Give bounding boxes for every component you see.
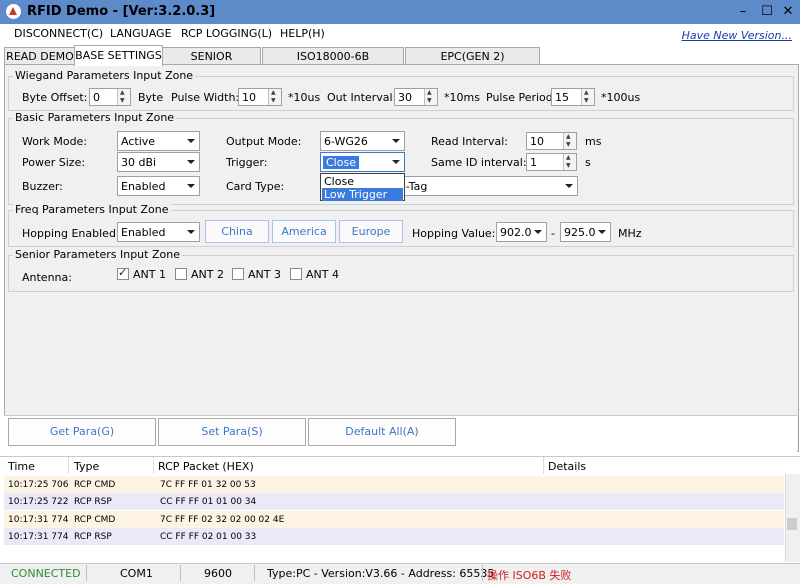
pulse-period-spin[interactable]: 15 ▲ ▼ [551, 88, 595, 106]
ant4-checkbox[interactable] [290, 268, 302, 280]
col-details[interactable]: Details [548, 460, 586, 473]
col-type[interactable]: Type [74, 460, 99, 473]
output-mode-label: Output Mode: [226, 135, 302, 148]
pulse-width-label: Pulse Width: [171, 91, 240, 104]
byte-offset-spin[interactable]: 0 ▲ ▼ [89, 88, 131, 106]
read-interval-spin[interactable]: 10 ▲ ▼ [526, 132, 577, 150]
ant4-label: ANT 4 [306, 268, 339, 281]
pulse-width-unit: *10us [288, 91, 321, 104]
hop-unit: MHz [618, 227, 642, 240]
senior-group-title: Senior Parameters Input Zone [13, 248, 182, 261]
ant1-checkbox[interactable]: ✓ [117, 266, 129, 280]
check-icon: ✓ [118, 266, 128, 279]
trigger-select[interactable]: Close [320, 152, 405, 172]
app-logo-icon [6, 4, 21, 19]
close-button[interactable]: ✕ [780, 4, 796, 20]
col-packet[interactable]: RCP Packet (HEX) [158, 460, 254, 473]
col-separator [543, 457, 544, 474]
same-id-unit: s [585, 156, 591, 169]
log-row[interactable]: 10:17:31 774 RCP RSP CC FF FF 02 01 00 3… [4, 528, 784, 545]
basic-group-title: Basic Parameters Input Zone [13, 111, 177, 124]
log-row[interactable]: 10:17:31 774 RCP CMD 7C FF FF 02 32 02 0… [4, 511, 784, 528]
status-separator [482, 565, 483, 581]
europe-button[interactable]: Europe [339, 220, 403, 243]
same-id-spin[interactable]: 1 ▲ ▼ [526, 153, 577, 171]
ant3-checkbox[interactable] [232, 268, 244, 280]
america-button[interactable]: America [272, 220, 336, 243]
tab-base-settings[interactable]: BASE SETTINGS [74, 45, 163, 66]
menu-language[interactable]: LANGUAGE [110, 27, 172, 40]
power-size-select[interactable]: 30 dBi [117, 152, 200, 172]
byte-offset-label: Byte Offset: [22, 91, 88, 104]
byte-unit: Byte [138, 91, 164, 104]
buzzer-label: Buzzer: [22, 180, 63, 193]
menu-rcp-logging[interactable]: RCP LOGGING(L) [181, 27, 272, 40]
same-id-label: Same ID interval: [431, 156, 527, 169]
hopping-value-label: Hopping Value: [412, 227, 496, 240]
status-connection: CONNECTED [11, 567, 81, 580]
hopping-enabled-label: Hopping Enabled: [22, 227, 120, 240]
hop-to-select[interactable]: 925.0 [560, 222, 611, 242]
col-time[interactable]: Time [8, 460, 35, 473]
trigger-dropdown-list: Close Low Trigger [320, 173, 405, 201]
work-mode-select[interactable]: Active [117, 131, 200, 151]
buzzer-select[interactable]: Enabled [117, 176, 200, 196]
card-type-label: Card Type: [226, 180, 285, 193]
ant2-label: ANT 2 [191, 268, 224, 281]
tab-senior-settings[interactable]: SENIOR SETTINGS [162, 47, 261, 80]
tab-read-demo[interactable]: READ DEMO [4, 47, 76, 65]
status-separator [86, 565, 87, 581]
ant1-label: ANT 1 [133, 268, 166, 281]
trigger-option-low-trigger[interactable]: Low Trigger [322, 188, 403, 201]
power-size-label: Power Size: [22, 156, 86, 169]
log-row[interactable]: 10:17:25 706 RCP CMD 7C FF FF 01 32 00 5… [4, 476, 784, 493]
tab-iso18000[interactable]: ISO18000-6B READ&WRITE [262, 47, 404, 80]
work-mode-label: Work Mode: [22, 135, 88, 148]
freq-group-title: Freq Parameters Input Zone [13, 203, 171, 216]
maximize-button[interactable]: ☐ [759, 4, 775, 20]
tab-epc-gen2[interactable]: EPC(GEN 2) READ&WRITE [405, 47, 540, 80]
hop-from-select[interactable]: 902.0 [496, 222, 547, 242]
out-interval-spin[interactable]: 30 ▲ ▼ [394, 88, 438, 106]
pulse-width-spin[interactable]: 10 ▲ ▼ [238, 88, 282, 106]
set-para-button[interactable]: Set Para(S) [158, 418, 306, 446]
wiegand-group-title: Wiegand Parameters Input Zone [13, 69, 196, 82]
status-info: Type:PC - Version:V3.66 - Address: 65535 [267, 567, 495, 580]
status-message: 操作 ISO6B 失败 [487, 569, 572, 582]
col-separator [68, 457, 69, 474]
menu-disconnect[interactable]: DISCONNECT(C) [14, 27, 103, 40]
read-interval-label: Read Interval: [431, 135, 508, 148]
pulse-period-unit: *100us [601, 91, 641, 104]
status-baud: 9600 [204, 567, 232, 580]
log-row[interactable]: 10:17:25 722 RCP RSP CC FF FF 01 01 00 3… [4, 493, 784, 510]
get-para-button[interactable]: Get Para(G) [8, 418, 156, 446]
hopping-enabled-select[interactable]: Enabled [117, 222, 200, 242]
log-scroll-thumb[interactable] [787, 518, 797, 530]
new-version-link[interactable]: Have New Version... [682, 29, 792, 42]
menu-help[interactable]: HELP(H) [280, 27, 325, 40]
ant2-checkbox[interactable] [175, 268, 187, 280]
hop-separator: - [551, 227, 555, 240]
trigger-option-close[interactable]: Close [322, 175, 403, 188]
default-all-button[interactable]: Default All(A) [308, 418, 456, 446]
out-interval-unit: *10ms [444, 91, 480, 104]
status-separator [180, 565, 181, 581]
china-button[interactable]: China [205, 220, 269, 243]
ant3-label: ANT 3 [248, 268, 281, 281]
pulse-period-label: Pulse Period: [486, 91, 557, 104]
read-interval-unit: ms [585, 135, 602, 148]
out-interval-label: Out Interval: [327, 91, 397, 104]
antenna-label: Antenna: [22, 271, 72, 284]
trigger-label: Trigger: [226, 156, 268, 169]
window-title: RFID Demo - [Ver:3.2.0.3] [27, 4, 216, 19]
minimize-button[interactable]: – [735, 4, 751, 20]
status-separator [254, 565, 255, 581]
col-separator [153, 457, 154, 474]
status-port: COM1 [120, 567, 153, 580]
output-mode-select[interactable]: 6-WG26 [320, 131, 405, 151]
